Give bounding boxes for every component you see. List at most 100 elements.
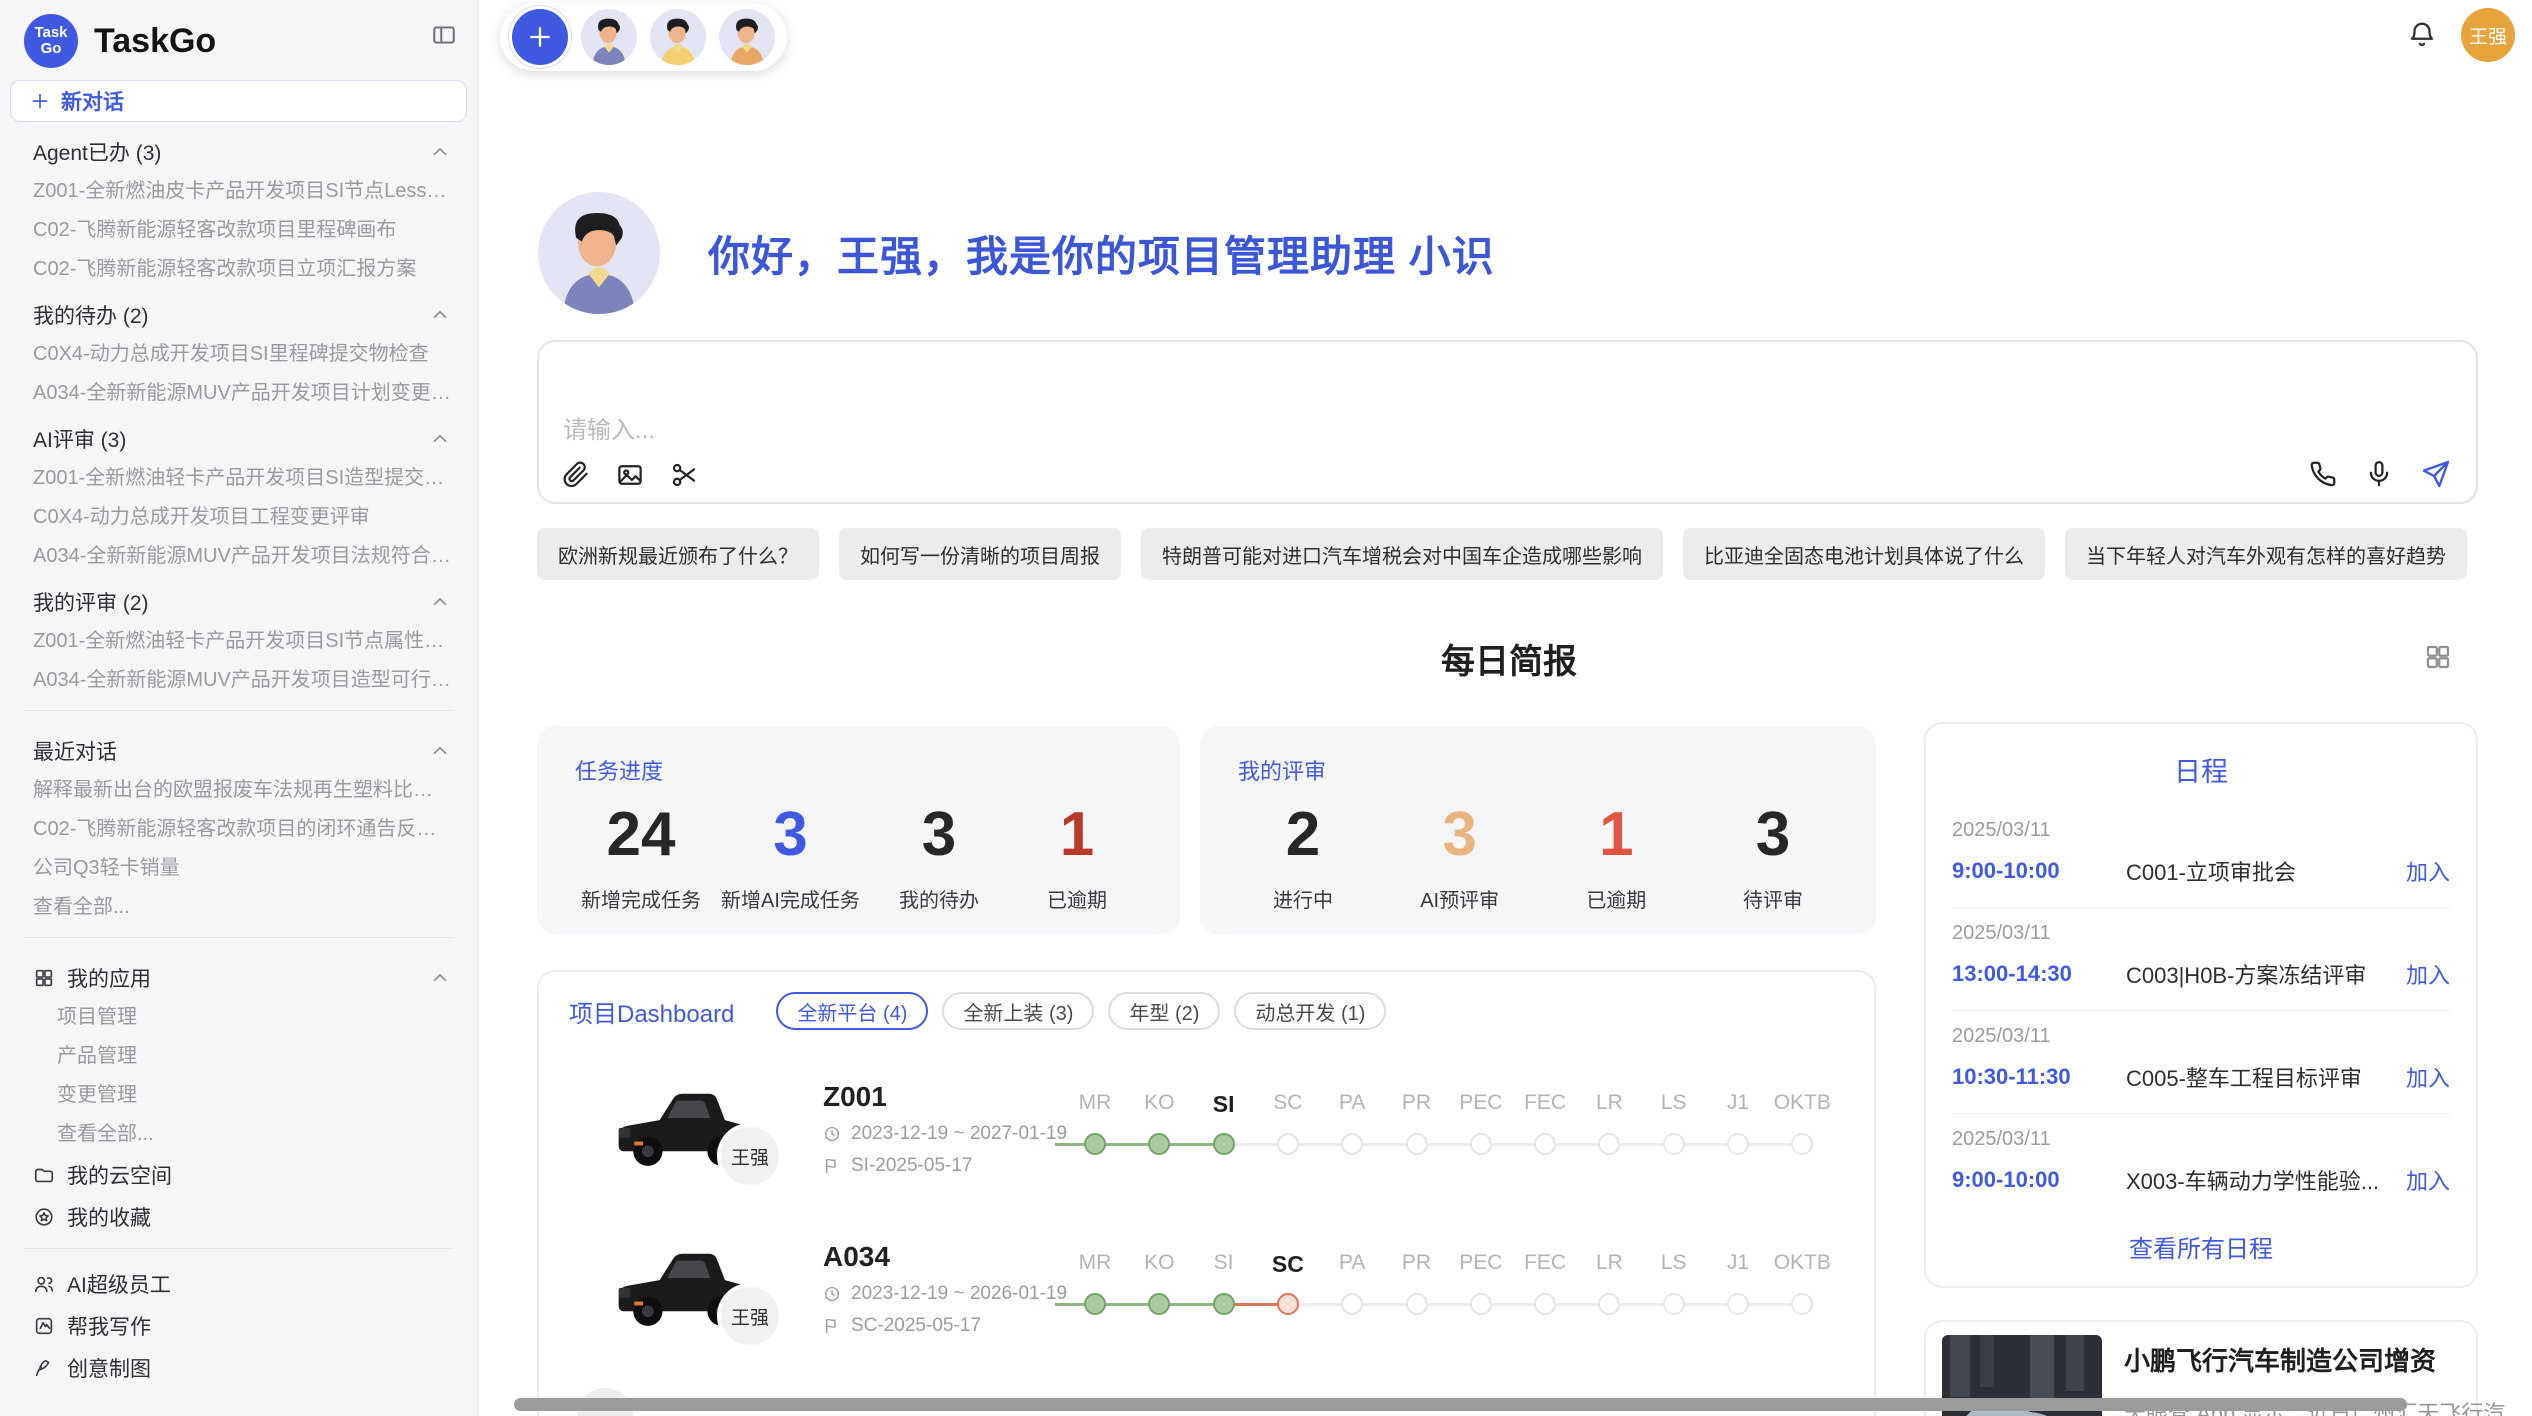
- milestone-dot-SC[interactable]: [1277, 1133, 1299, 1155]
- screenshot-scissors-icon[interactable]: [669, 460, 699, 490]
- section-title: Agent已办 (3): [33, 137, 161, 167]
- recent-chats-header[interactable]: 最近对话: [33, 731, 451, 771]
- milestone-dot-PEC[interactable]: [1470, 1293, 1492, 1315]
- task-list-item[interactable]: A034-全新新能源MUV产品开发项目计划变更表编写: [33, 374, 451, 413]
- milestone-dot-OKTB[interactable]: [1791, 1133, 1813, 1155]
- event-name: C001-立项审批会: [2104, 855, 2394, 887]
- sidebar-item-creative-drawing[interactable]: 创意制图: [33, 1347, 451, 1389]
- horizontal-scrollbar[interactable]: [514, 1398, 2407, 1411]
- agent-avatar-1[interactable]: [581, 9, 637, 65]
- task-list-item[interactable]: A034-全新新能源MUV产品开发项目法规符合性评审: [33, 537, 451, 576]
- milestone-dot-PR[interactable]: [1406, 1133, 1428, 1155]
- milestone-dot-SI[interactable]: [1213, 1293, 1235, 1315]
- composer-input[interactable]: 请输入...: [563, 410, 655, 445]
- dashboard-tab-3[interactable]: 动总开发 (1): [1234, 992, 1386, 1030]
- milestone-dot-KO[interactable]: [1148, 1133, 1170, 1155]
- app-sub-item[interactable]: 项目管理: [33, 998, 451, 1037]
- milestone-label-LS: LS: [1661, 1091, 1687, 1115]
- milestone-dot-MR[interactable]: [1084, 1293, 1106, 1315]
- milestone-dot-LR[interactable]: [1598, 1293, 1620, 1315]
- project-row-Z001[interactable]: 王强 Z001 2023-12-19 ~ 2027-01-19 SI-2025-…: [539, 1065, 1874, 1223]
- milestone-dot-KO[interactable]: [1148, 1293, 1170, 1315]
- milestone-dot-FEC[interactable]: [1534, 1293, 1556, 1315]
- milestone-dot-PA[interactable]: [1341, 1293, 1363, 1315]
- send-icon[interactable]: [2420, 458, 2452, 490]
- suggestion-chip[interactable]: 欧洲新规最近颁布了什么？: [537, 528, 819, 580]
- event-join-link[interactable]: 加入: [2394, 855, 2450, 887]
- message-composer[interactable]: 请输入...: [537, 340, 2478, 504]
- chevron-up-icon[interactable]: [429, 428, 451, 450]
- sidebar-item-help-me-write[interactable]: 帮我写作: [33, 1305, 451, 1347]
- section-header-2[interactable]: AI评审 (3): [33, 419, 451, 459]
- milestone-dot-PEC[interactable]: [1470, 1133, 1492, 1155]
- milestone-dot-J1[interactable]: [1727, 1293, 1749, 1315]
- event-join-link[interactable]: 加入: [2394, 1061, 2450, 1093]
- section-header-0[interactable]: Agent已办 (3): [33, 132, 451, 172]
- task-list-item[interactable]: C02-飞腾新能源轻客改款项目立项汇报方案: [33, 250, 451, 289]
- task-list-item[interactable]: Z001-全新燃油皮卡产品开发项目SI节点Lesson Learn报告: [33, 172, 451, 211]
- chevron-up-icon[interactable]: [429, 967, 451, 989]
- add-agent-button[interactable]: [512, 9, 568, 65]
- my-apps-header[interactable]: 我的应用: [33, 958, 451, 998]
- task-list-item[interactable]: Z001-全新燃油轻卡产品开发项目SI造型提交物评审: [33, 459, 451, 498]
- insert-image-icon[interactable]: [615, 460, 645, 490]
- chevron-up-icon[interactable]: [429, 304, 451, 326]
- milestone-dot-PA[interactable]: [1341, 1133, 1363, 1155]
- chevron-up-icon[interactable]: [429, 141, 451, 163]
- agent-avatar-2[interactable]: [650, 9, 706, 65]
- recent-chat-item[interactable]: 公司Q3轻卡销量: [33, 849, 451, 888]
- section-header-1[interactable]: 我的待办 (2): [33, 295, 451, 335]
- recent-chat-item[interactable]: 解释最新出台的欧盟报废车法规再生塑料比例被调至15%...: [33, 771, 451, 810]
- event-date: 2025/03/11: [1952, 819, 2450, 842]
- recent-chat-item[interactable]: C02-飞腾新能源轻客改款项目的闭环通告反馈情况: [33, 810, 451, 849]
- section-header-3[interactable]: 我的评审 (2): [33, 582, 451, 622]
- milestone-dot-MR[interactable]: [1084, 1133, 1106, 1155]
- suggestion-chip[interactable]: 特朗普可能对进口汽车增税会对中国车企造成哪些影响: [1141, 528, 1663, 580]
- app-sub-item[interactable]: 变更管理: [33, 1076, 451, 1115]
- dashboard-tab-0[interactable]: 全新平台 (4): [776, 992, 928, 1030]
- milestone-dot-LR[interactable]: [1598, 1133, 1620, 1155]
- stat-item: 3 新增AI完成任务: [721, 800, 860, 913]
- milestone-dot-FEC[interactable]: [1534, 1133, 1556, 1155]
- notification-bell-icon[interactable]: [2407, 20, 2437, 50]
- attach-file-icon[interactable]: [561, 460, 591, 490]
- agent-avatar-3[interactable]: [719, 9, 775, 65]
- milestone-dot-J1[interactable]: [1727, 1133, 1749, 1155]
- milestone-dot-LS[interactable]: [1663, 1293, 1685, 1315]
- suggestion-chip[interactable]: 当下年轻人对汽车外观有怎样的喜好趋势: [2065, 528, 2467, 580]
- milestone-dot-PR[interactable]: [1406, 1293, 1428, 1315]
- task-list-item[interactable]: Z001-全新燃油轻卡产品开发项目SI节点属性5D文件评审: [33, 622, 451, 661]
- section-title: 最近对话: [33, 736, 117, 766]
- milestone-dot-SI[interactable]: [1213, 1133, 1235, 1155]
- dashboard-tab-2[interactable]: 年型 (2): [1108, 992, 1220, 1030]
- new-chat-button[interactable]: 新对话: [10, 80, 467, 122]
- task-list-item[interactable]: C0X4-动力总成开发项目工程变更评审: [33, 498, 451, 537]
- layout-grid-icon[interactable]: [2423, 642, 2453, 672]
- collapse-sidebar-icon[interactable]: [431, 22, 457, 48]
- sidebar-item-cloud-space[interactable]: 我的云空间: [33, 1154, 451, 1196]
- recent-view-all-link[interactable]: 查看全部...: [33, 888, 451, 927]
- suggestion-chip[interactable]: 如何写一份清晰的项目周报: [839, 528, 1121, 580]
- milestone-dot-SC[interactable]: [1277, 1293, 1299, 1315]
- user-avatar[interactable]: 王强: [2461, 8, 2515, 62]
- view-all-schedule-link[interactable]: 查看所有日程: [1926, 1229, 2476, 1264]
- dashboard-tab-1[interactable]: 全新上装 (3): [942, 992, 1094, 1030]
- microphone-icon[interactable]: [2364, 459, 2394, 489]
- event-join-link[interactable]: 加入: [2394, 958, 2450, 990]
- project-row-A034[interactable]: 王强 A034 2023-12-19 ~ 2026-01-19 SC-2025-…: [539, 1225, 1874, 1383]
- sidebar-item-favorites[interactable]: 我的收藏: [33, 1196, 451, 1238]
- apps-view-all-link[interactable]: 查看全部...: [33, 1115, 451, 1154]
- suggestion-chip[interactable]: 比亚迪全固态电池计划具体说了什么: [1683, 528, 2045, 580]
- sidebar-item-ai-super-staff[interactable]: AI超级员工: [33, 1263, 451, 1305]
- chevron-up-icon[interactable]: [429, 740, 451, 762]
- task-list-item[interactable]: C02-飞腾新能源轻客改款项目里程碑画布: [33, 211, 451, 250]
- milestone-dot-OKTB[interactable]: [1791, 1293, 1813, 1315]
- app-sub-item[interactable]: 产品管理: [33, 1037, 451, 1076]
- event-join-link[interactable]: 加入: [2394, 1164, 2450, 1196]
- chevron-up-icon[interactable]: [429, 591, 451, 613]
- main-area: 王强 你好，王强，我是你的项目管理助理 小识 请输入... 欧洲新规: [478, 0, 2532, 1416]
- task-list-item[interactable]: A034-全新新能源MUV产品开发项目造型可行性评审: [33, 661, 451, 700]
- milestone-dot-LS[interactable]: [1663, 1133, 1685, 1155]
- task-list-item[interactable]: C0X4-动力总成开发项目SI里程碑提交物检查: [33, 335, 451, 374]
- voice-call-icon[interactable]: [2308, 459, 2338, 489]
